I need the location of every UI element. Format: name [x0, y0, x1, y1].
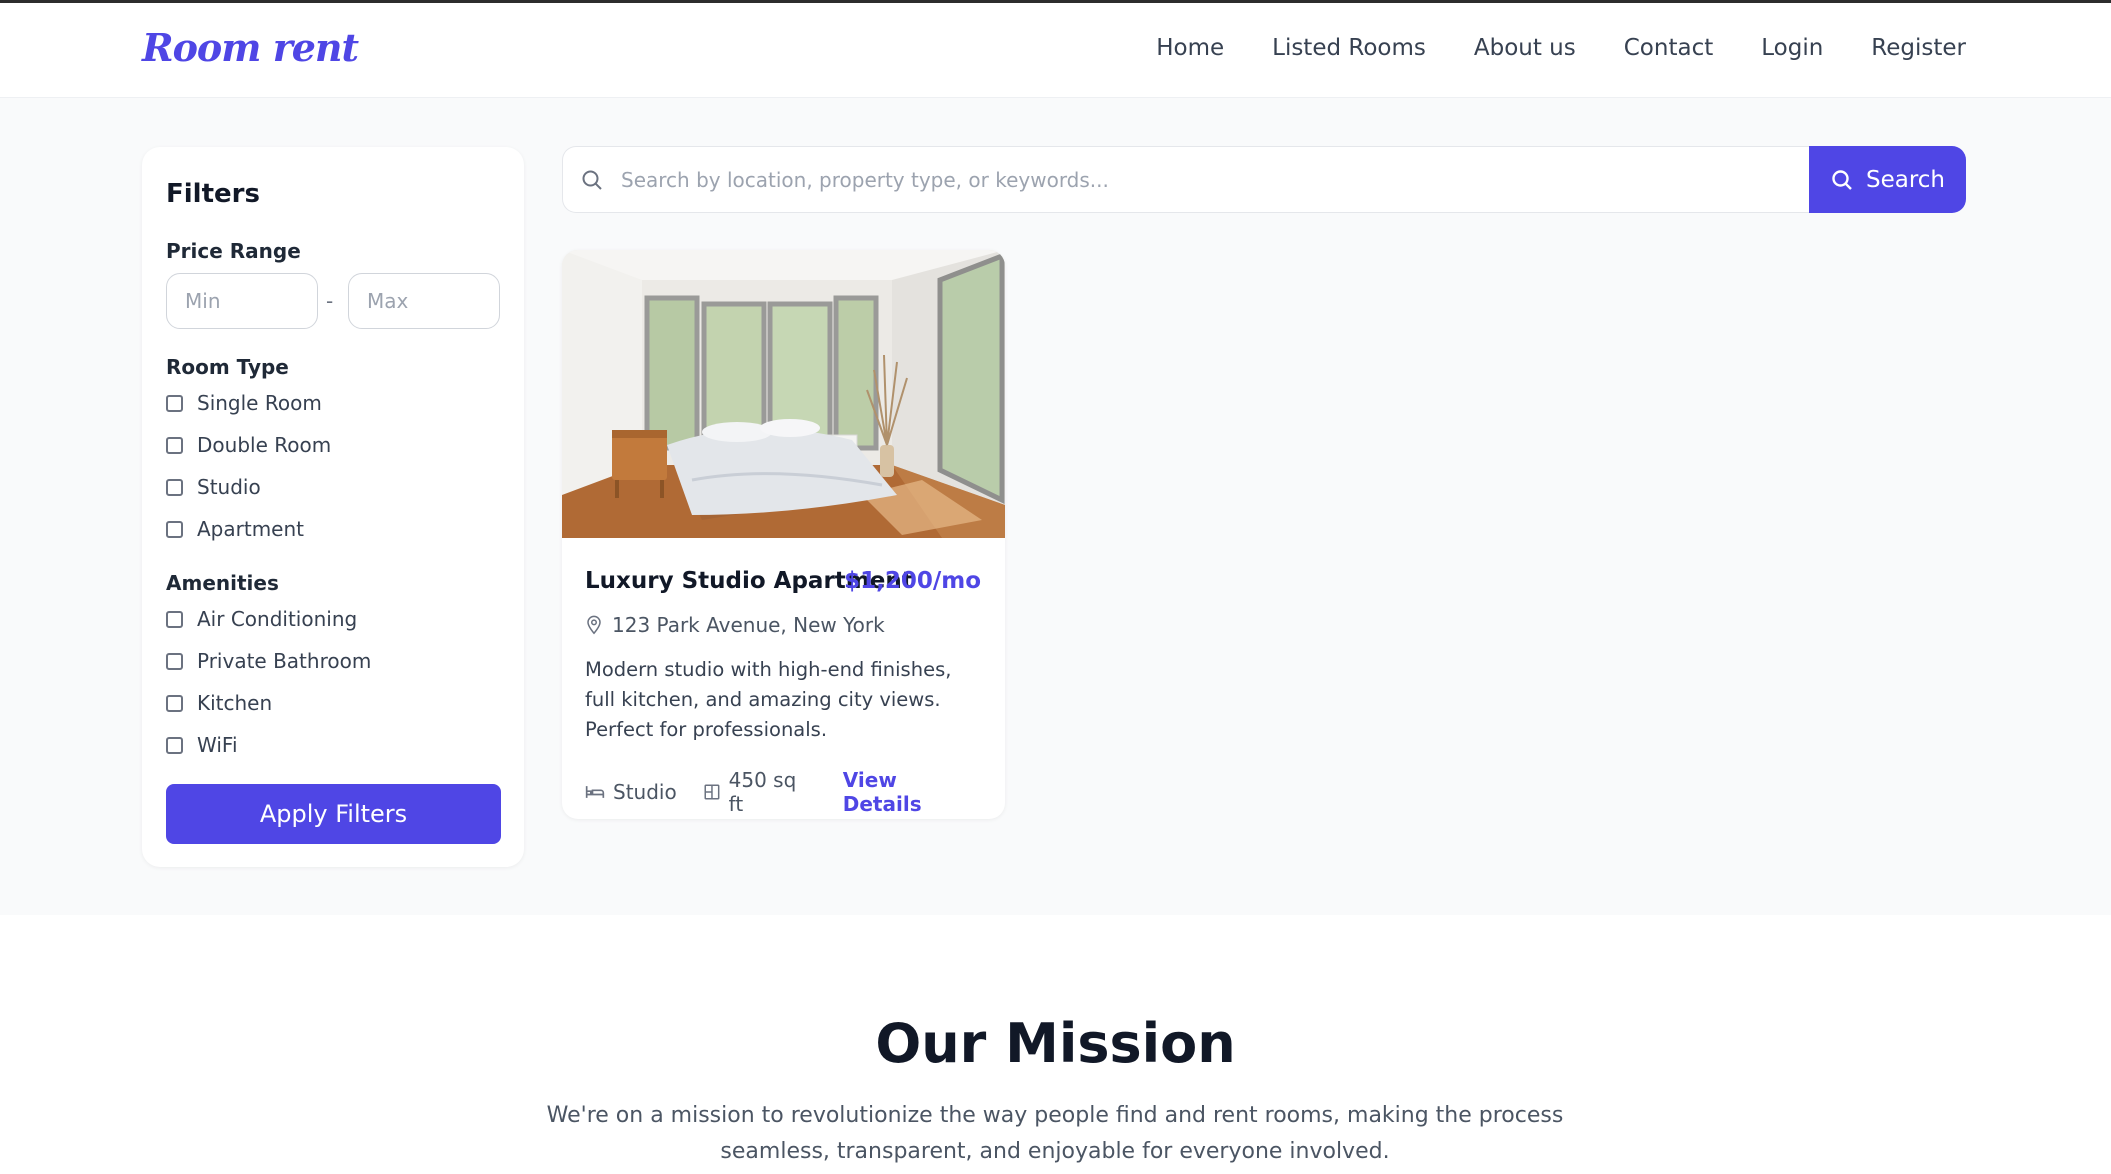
price-range-label: Price Range: [166, 239, 301, 263]
search-icon: [582, 170, 602, 190]
location-pin-icon: [587, 615, 601, 635]
checkbox-label: Kitchen: [197, 691, 273, 715]
room-type-studio[interactable]: Studio: [166, 475, 261, 499]
room-photo: [562, 250, 1005, 538]
room-type-label: Room Type: [166, 355, 289, 379]
nav-link-about-us[interactable]: About us: [1474, 35, 1576, 61]
view-details-link[interactable]: View Details: [843, 768, 982, 816]
nav-links: Home Listed Rooms About us Contact Login…: [1156, 35, 1966, 61]
room-type-meta: Studio: [585, 780, 677, 804]
search-icon: [1832, 169, 1852, 190]
room-description: Modern studio with high-end finishes, fu…: [585, 658, 952, 741]
checkbox[interactable]: [166, 736, 183, 754]
room-card[interactable]: Luxury Studio Apartment $1,200/mo 123 Pa…: [562, 250, 1005, 819]
price-min-input[interactable]: [166, 273, 318, 329]
checkbox-label: Private Bathroom: [197, 649, 372, 673]
room-type-double[interactable]: Double Room: [166, 433, 331, 457]
nav-link-home[interactable]: Home: [1156, 35, 1224, 61]
checkbox[interactable]: [166, 694, 183, 712]
room-size-text: 450 sq ft: [728, 768, 797, 816]
room-type-apartment[interactable]: Apartment: [166, 517, 304, 541]
floor-plan-icon: [704, 784, 720, 800]
checkbox[interactable]: [166, 610, 183, 628]
brand-logo[interactable]: Room rent: [142, 25, 359, 70]
room-size-meta: 450 sq ft: [703, 768, 817, 816]
search-bar: Search: [562, 146, 1966, 213]
nav-link-contact[interactable]: Contact: [1624, 35, 1713, 61]
room-card-footer: Studio 450 sq ft View Details: [585, 768, 982, 816]
bed-icon: [585, 786, 605, 798]
checkbox[interactable]: [166, 520, 183, 538]
checkbox-label: WiFi: [197, 733, 238, 757]
nav-link-login[interactable]: Login: [1761, 35, 1823, 61]
room-price: $1,200/mo: [844, 568, 981, 594]
amenity-private-bathroom[interactable]: Private Bathroom: [166, 649, 371, 673]
amenity-air-conditioning[interactable]: Air Conditioning: [166, 607, 357, 631]
checkbox-label: Double Room: [197, 433, 332, 457]
checkbox[interactable]: [166, 652, 183, 670]
search-input[interactable]: [562, 146, 1812, 213]
filters-panel: Filters Price Range - Room Type Single R…: [142, 147, 524, 867]
nav-link-listed-rooms[interactable]: Listed Rooms: [1272, 35, 1426, 61]
checkbox-label: Apartment: [197, 517, 305, 541]
mission-text: We're on a mission to revolutionize the …: [546, 1103, 1564, 1164]
amenity-wifi[interactable]: WiFi: [166, 733, 238, 757]
checkbox[interactable]: [166, 478, 183, 496]
search-button-label: Search: [1865, 166, 1946, 193]
room-location-text: 123 Park Avenue, New York: [612, 613, 885, 637]
apply-filters-button[interactable]: Apply Filters: [166, 784, 501, 844]
price-max-input[interactable]: [348, 273, 500, 329]
checkbox-label: Studio: [197, 475, 261, 499]
amenities-label: Amenities: [166, 571, 279, 595]
amenity-kitchen[interactable]: Kitchen: [166, 691, 272, 715]
checkbox[interactable]: [166, 394, 183, 412]
mission-title: Our Mission: [875, 1012, 1236, 1075]
filters-title: Filters: [166, 179, 260, 209]
nav-link-register[interactable]: Register: [1871, 35, 1966, 61]
room-type-single[interactable]: Single Room: [166, 391, 322, 415]
room-type-text: Studio: [613, 780, 677, 804]
checkbox-label: Single Room: [197, 391, 322, 415]
checkbox-label: Air Conditioning: [197, 607, 358, 631]
search-button[interactable]: Search: [1809, 146, 1966, 213]
navbar: Room rent Home Listed Rooms About us Con…: [0, 3, 2111, 98]
checkbox[interactable]: [166, 436, 183, 454]
room-location: 123 Park Avenue, New York: [585, 613, 885, 637]
mission-section: Our Mission We're on a mission to revolu…: [0, 915, 2111, 1174]
price-separator: -: [326, 289, 334, 313]
